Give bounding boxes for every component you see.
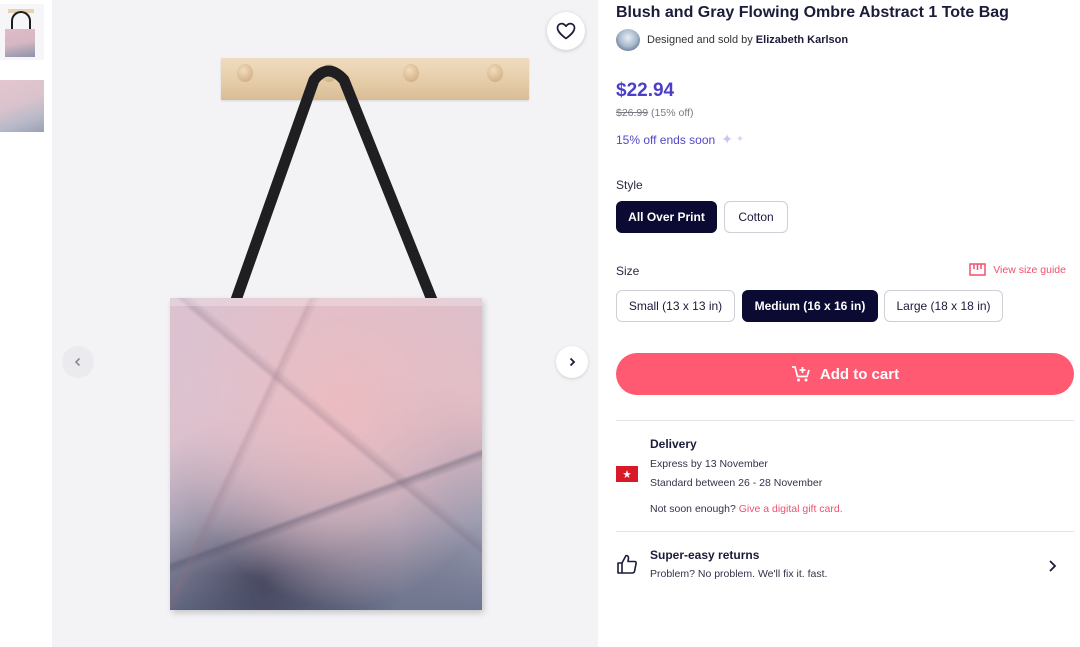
thumbnail-strap-image: [11, 11, 31, 31]
thumbnail-strip: [0, 0, 52, 647]
sparkle-small-icon: ✦: [735, 134, 745, 145]
thumbnail-hanging-bag[interactable]: [0, 4, 44, 60]
delivery-express: Express by 13 November: [650, 458, 768, 470]
product-image-gallery: [52, 0, 598, 647]
size-option-large[interactable]: Large (18 x 18 in): [884, 290, 1003, 322]
seller-prefix: Designed and sold by: [647, 34, 753, 46]
seller-avatar[interactable]: [616, 29, 640, 51]
returns-expand-button[interactable]: [1042, 556, 1062, 576]
discount-percent: (15% off): [651, 107, 694, 119]
promo-banner: 15% off ends soon ✦ ✦: [616, 131, 744, 148]
product-details-panel: Blush and Gray Flowing Ombre Abstract 1 …: [616, 0, 1076, 647]
product-title: Blush and Gray Flowing Ombre Abstract 1 …: [616, 4, 1009, 21]
size-label: Size: [616, 264, 640, 278]
chevron-left-icon: [74, 357, 81, 367]
cart-add-icon: [791, 366, 810, 382]
size-guide-link[interactable]: View size guide: [969, 263, 1066, 276]
style-option-cotton[interactable]: Cotton: [724, 201, 788, 233]
thumbs-up-icon: [617, 554, 637, 574]
thumbnail-pattern-closeup[interactable]: [0, 80, 44, 132]
sparkle-icon: ✦: [721, 131, 733, 147]
chevron-right-icon: [1049, 560, 1057, 572]
returns-text: Problem? No problem. We'll fix it. fast.: [650, 568, 828, 580]
add-to-cart-label: Add to cart: [819, 365, 900, 383]
divider: [616, 531, 1074, 532]
seller-info: Designed and sold by Elizabeth Karlson: [616, 29, 848, 51]
promo-text: 15% off ends soon: [616, 132, 716, 147]
current-price: $22.94: [616, 80, 675, 101]
style-label: Style: [616, 178, 643, 192]
size-guide-label: View size guide: [993, 263, 1066, 276]
returns-title: Super-easy returns: [650, 548, 760, 562]
seller-name-link[interactable]: Elizabeth Karlson: [756, 34, 848, 46]
previous-image-button[interactable]: [62, 346, 94, 378]
heart-icon: [556, 22, 576, 40]
size-option-small[interactable]: Small (13 x 13 in): [616, 290, 735, 322]
delivery-gift-line: Not soon enough? Give a digital gift car…: [650, 503, 843, 515]
hong-kong-flag-icon: [616, 466, 638, 482]
next-image-button[interactable]: [556, 346, 588, 378]
chevron-right-icon: [569, 357, 576, 367]
original-price: $26.99: [616, 107, 649, 119]
divider: [616, 420, 1074, 421]
bauhinia-mark-icon: [623, 470, 631, 478]
style-option-all-over-print[interactable]: All Over Print: [616, 201, 717, 233]
original-price-line: $26.99 (15% off): [616, 107, 693, 119]
tote-bag-image: [170, 298, 482, 610]
thumbnail-bag-image: [5, 29, 35, 57]
size-option-medium[interactable]: Medium (16 x 16 in): [742, 290, 878, 322]
delivery-standard: Standard between 26 - 28 November: [650, 477, 823, 489]
add-to-cart-button[interactable]: Add to cart: [616, 353, 1074, 395]
gift-card-link[interactable]: Give a digital gift card.: [739, 503, 843, 515]
wishlist-button[interactable]: [547, 12, 585, 50]
ruler-icon: [969, 263, 986, 276]
not-soon-text: Not soon enough?: [650, 503, 736, 515]
delivery-title: Delivery: [650, 437, 697, 451]
